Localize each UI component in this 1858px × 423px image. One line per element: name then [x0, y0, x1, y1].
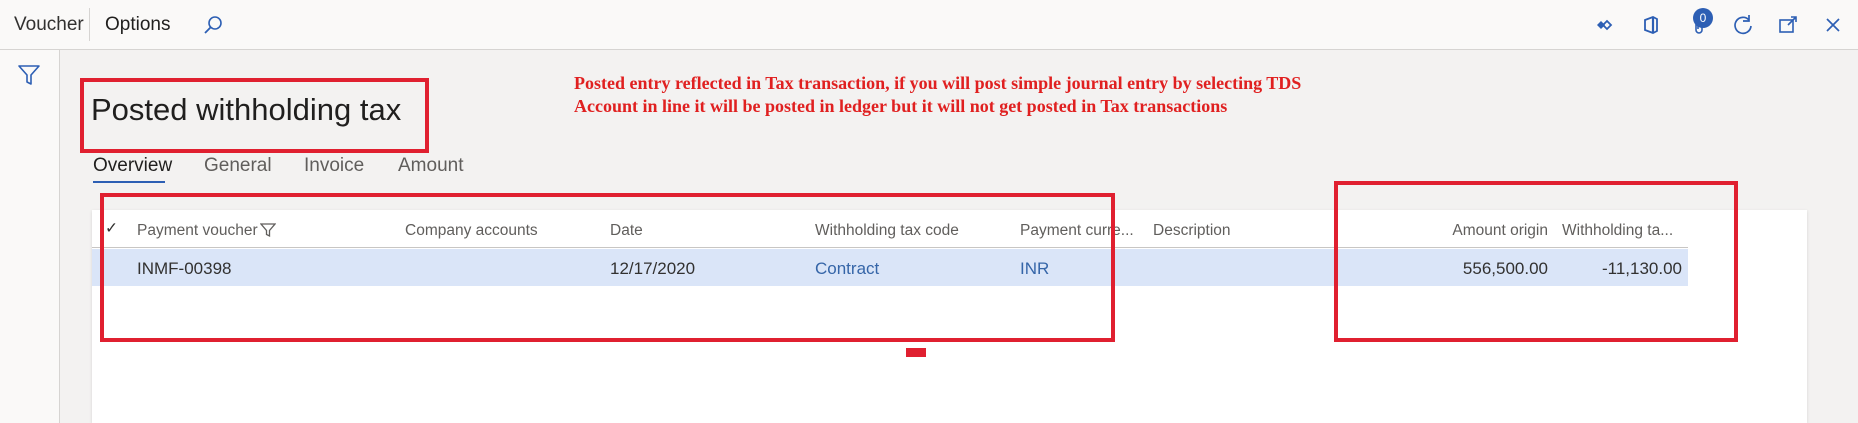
filter-icon[interactable]: [17, 63, 41, 87]
annotation-box-title: [80, 78, 429, 153]
voucher-menu-button[interactable]: Voucher: [14, 14, 84, 36]
tab-amount[interactable]: Amount: [398, 155, 463, 177]
office-icon[interactable]: [1637, 11, 1665, 39]
annotation-box-grid-left: [100, 193, 1115, 342]
annotation-text: Posted entry reflected in Tax transactio…: [574, 73, 1302, 116]
connected-icon[interactable]: [1590, 11, 1618, 39]
top-command-bar: Voucher Options 0: [0, 0, 1858, 50]
open-new-window-icon[interactable]: [1774, 11, 1802, 39]
left-navigation-rail: [0, 50, 60, 423]
search-icon[interactable]: [199, 11, 227, 39]
annotation-marker: [906, 348, 926, 357]
refresh-icon[interactable]: [1729, 11, 1757, 39]
close-icon[interactable]: [1819, 11, 1847, 39]
toolbar-divider: [89, 8, 90, 41]
tab-overview[interactable]: Overview: [93, 155, 172, 177]
column-header-description[interactable]: Description: [1153, 222, 1231, 240]
attachments-count-badge: 0: [1693, 8, 1713, 28]
active-tab-indicator: [93, 181, 165, 183]
annotation-box-grid-right: [1334, 181, 1738, 342]
options-menu-button[interactable]: Options: [105, 14, 170, 36]
tab-invoice[interactable]: Invoice: [304, 155, 364, 177]
tab-general[interactable]: General: [204, 155, 272, 177]
